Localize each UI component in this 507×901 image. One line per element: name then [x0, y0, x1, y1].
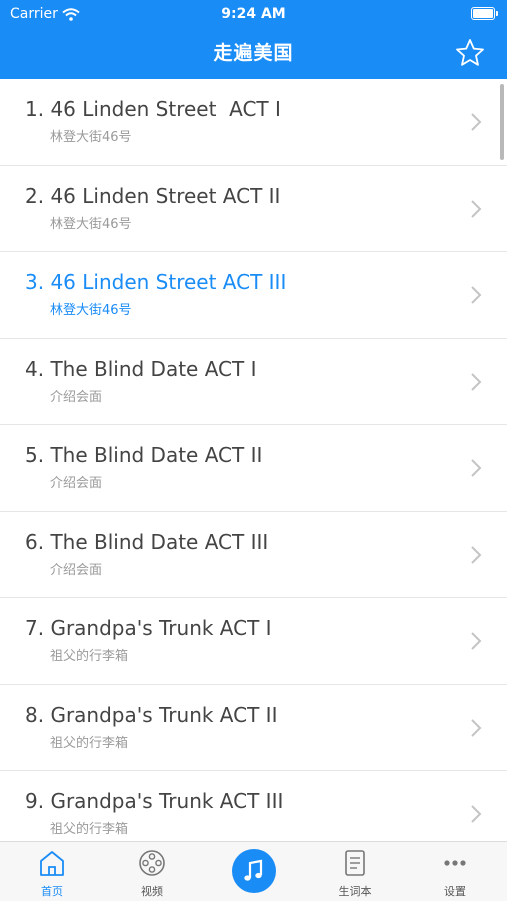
lesson-row[interactable]: 1. 46 Linden Street ACT I 林登大街46号	[0, 79, 507, 166]
music-note-icon	[244, 859, 263, 881]
lesson-title: 8. Grandpa's Trunk ACT II	[25, 702, 278, 727]
lesson-row[interactable]: 7. Grandpa's Trunk ACT I 祖父的行李箱	[0, 598, 507, 685]
lesson-row[interactable]: 3. 46 Linden Street ACT III 林登大街46号	[0, 252, 507, 339]
tab-home[interactable]: 首页	[12, 842, 92, 901]
chevron-right-icon	[471, 199, 482, 218]
more-dots-icon	[444, 860, 466, 866]
tab-vocabulary[interactable]: 生词本	[315, 842, 395, 901]
tab-vocabulary-label: 生词本	[338, 885, 372, 898]
lesson-title: 4. The Blind Date ACT I	[25, 356, 257, 381]
top-bar: Carrier 9:24 AM 走遍美国	[0, 0, 507, 79]
lesson-subtitle: 祖父的行李箱	[50, 822, 129, 837]
battery-icon	[471, 7, 498, 20]
lesson-row[interactable]: 6. The Blind Date ACT III 介绍会面	[0, 512, 507, 598]
music-player-button[interactable]	[232, 849, 276, 893]
scrollbar[interactable]	[500, 84, 504, 160]
tab-settings-label: 设置	[444, 885, 466, 898]
lesson-list[interactable]: 1. 46 Linden Street ACT I 林登大街46号 2. 46 Li…	[0, 79, 507, 841]
lesson-subtitle: 介绍会面	[50, 476, 103, 491]
lesson-title: 3. 46 Linden Street ACT III	[25, 270, 287, 294]
chevron-right-icon	[471, 545, 482, 564]
lesson-row[interactable]: 4. The Blind Date ACT I 介绍会面	[0, 339, 507, 425]
film-reel-icon	[139, 850, 165, 876]
lesson-title: 6. The Blind Date ACT III	[25, 529, 269, 554]
tab-settings[interactable]: 设置	[415, 842, 495, 901]
tab-video-label: 视频	[141, 885, 163, 898]
lesson-row[interactable]: 8. Grandpa's Trunk ACT II 祖父的行李箱	[0, 685, 507, 771]
chevron-right-icon	[471, 805, 482, 823]
favorite-star-icon[interactable]	[455, 38, 485, 68]
chevron-right-icon	[471, 632, 482, 650]
status-time: 9:24 AM	[221, 6, 286, 22]
lesson-title: 9. Grandpa's Trunk ACT III	[25, 789, 284, 813]
lesson-row[interactable]: 5. The Blind Date ACT II 介绍会面	[0, 425, 507, 512]
lesson-subtitle: 林登大街46号	[50, 216, 132, 232]
page-title: 走遍美国	[213, 42, 294, 64]
lesson-subtitle: 介绍会面	[50, 389, 103, 405]
lesson-title: 1. 46 Linden Street ACT I	[25, 97, 281, 121]
tab-home-label: 首页	[41, 885, 63, 898]
tab-bar: 首页 视频 生词本 设置	[0, 841, 507, 901]
home-icon	[40, 851, 64, 876]
chevron-right-icon	[471, 372, 482, 391]
notebook-icon	[345, 850, 365, 876]
chevron-right-icon	[471, 718, 482, 737]
status-bar: Carrier 9:24 AM	[0, 6, 507, 24]
chevron-right-icon	[471, 286, 482, 304]
lesson-row[interactable]: 2. 46 Linden Street ACT II 林登大街46号	[0, 166, 507, 252]
lesson-title: 2. 46 Linden Street ACT II	[25, 183, 281, 208]
lesson-row[interactable]: 9. Grandpa's Trunk ACT III 祖父的行李箱	[0, 771, 507, 841]
lesson-subtitle: 祖父的行李箱	[50, 735, 129, 751]
lesson-subtitle: 林登大街46号	[50, 130, 132, 145]
lesson-subtitle: 林登大街46号	[50, 303, 132, 318]
chevron-right-icon	[471, 459, 482, 477]
tab-video[interactable]: 视频	[112, 842, 192, 901]
lesson-subtitle: 介绍会面	[50, 562, 103, 578]
chevron-right-icon	[471, 113, 482, 131]
lesson-subtitle: 祖父的行李箱	[50, 649, 129, 664]
lesson-title: 7. Grandpa's Trunk ACT I	[25, 616, 272, 640]
lesson-title: 5. The Blind Date ACT II	[25, 443, 263, 467]
